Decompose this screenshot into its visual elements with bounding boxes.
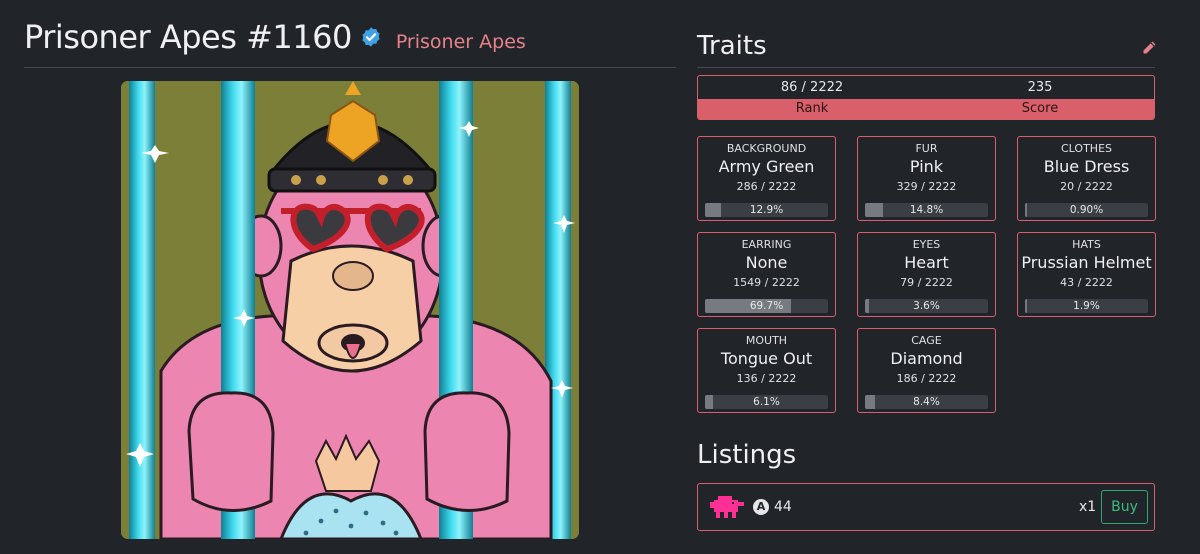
trait-type: EARRING [741, 238, 792, 251]
trait-type: MOUTH [745, 334, 788, 347]
rank-score-panel: 86 / 2222 235 Rank Score [697, 75, 1155, 120]
trait-percent: 0.90% [1069, 204, 1104, 216]
rank-values-row: 86 / 2222 235 [698, 76, 1154, 99]
trait-value: Army Green [718, 157, 815, 176]
score-value: 235 [1027, 80, 1053, 95]
collection-link[interactable]: Prisoner Apes [396, 31, 526, 53]
trait-value: Heart [904, 253, 949, 272]
trait-type: HATS [1072, 238, 1101, 251]
trait-percent: 69.7% [749, 300, 784, 312]
trait-percent: 12.9% [749, 204, 784, 216]
trait-count: 286 / 2222 [736, 180, 797, 193]
listings-heading: Listings [697, 440, 797, 470]
trait-card[interactable]: EYES Heart 79 / 2222 3.6% [857, 232, 996, 317]
trait-percent: 3.6% [913, 300, 940, 312]
trait-type: EYES [912, 238, 941, 251]
trait-rarity-bar: 3.6% [865, 299, 988, 313]
trait-rarity-bar: 69.7% [705, 299, 828, 313]
title-row: Prisoner Apes #1160 Prisoner Apes [24, 18, 676, 56]
rank-label: Rank [795, 101, 829, 116]
score-label: Score [1021, 101, 1059, 116]
trait-count: 79 / 2222 [900, 276, 953, 289]
trait-card[interactable]: HATS Prussian Helmet 43 / 2222 1.9% [1017, 232, 1156, 317]
algo-icon: A [753, 499, 769, 515]
pink-pixel-creature-icon [710, 496, 744, 518]
trait-value: Tongue Out [720, 349, 813, 368]
trait-type: CLOTHES [1061, 142, 1112, 155]
trait-percent: 1.9% [1073, 300, 1100, 312]
trait-rarity-bar: 12.9% [705, 203, 828, 217]
trait-count: 20 / 2222 [1060, 180, 1113, 193]
trait-card[interactable]: EARRING None 1549 / 2222 69.7% [697, 232, 836, 317]
trait-count: 186 / 2222 [896, 372, 957, 385]
divider [24, 67, 676, 68]
trait-rarity-bar: 1.9% [1025, 299, 1148, 313]
trait-rarity-bar: 8.4% [865, 395, 988, 409]
trait-count: 136 / 2222 [736, 372, 797, 385]
trait-card[interactable]: CLOTHES Blue Dress 20 / 2222 0.90% [1017, 136, 1156, 221]
traits-heading: Traits [697, 31, 767, 61]
trait-rarity-bar: 6.1% [705, 395, 828, 409]
trait-value: Prussian Helmet [1021, 253, 1152, 272]
trait-percent: 14.8% [909, 204, 944, 216]
trait-card[interactable]: BACKGROUND Army Green 286 / 2222 12.9% [697, 136, 836, 221]
trait-count: 1549 / 2222 [733, 276, 800, 289]
trait-card[interactable]: CAGE Diamond 186 / 2222 8.4% [857, 328, 996, 413]
trait-rarity-bar: 0.90% [1025, 203, 1148, 217]
pencil-icon[interactable] [1141, 40, 1157, 56]
trait-type: CAGE [911, 334, 942, 347]
trait-value: Diamond [890, 349, 963, 368]
nft-image [121, 81, 579, 539]
trait-value: Blue Dress [1043, 157, 1130, 176]
trait-count: 329 / 2222 [896, 180, 957, 193]
trait-count: 43 / 2222 [1060, 276, 1113, 289]
traits-grid: BACKGROUND Army Green 286 / 2222 12.9% F… [697, 136, 1157, 413]
listing-quantity: x1 [1079, 499, 1097, 515]
trait-card[interactable]: FUR Pink 329 / 2222 14.8% [857, 136, 996, 221]
trait-type: FUR [915, 142, 938, 155]
trait-card[interactable]: MOUTH Tongue Out 136 / 2222 6.1% [697, 328, 836, 413]
buy-button[interactable]: Buy [1101, 490, 1148, 524]
trait-type: BACKGROUND [726, 142, 807, 155]
listing-price: 44 [774, 499, 792, 515]
verified-check-icon [362, 27, 380, 47]
trait-value: Pink [909, 157, 944, 176]
rank-labels-row: Rank Score [698, 99, 1154, 119]
rank-value: 86 / 2222 [780, 80, 844, 95]
trait-rarity-bar: 14.8% [865, 203, 988, 217]
trait-value: None [745, 253, 788, 272]
listing-row: A 44 x1 Buy [697, 483, 1155, 531]
divider [697, 67, 1155, 68]
nft-title: Prisoner Apes #1160 [24, 18, 352, 56]
trait-percent: 8.4% [913, 396, 940, 408]
trait-percent: 6.1% [753, 396, 780, 408]
